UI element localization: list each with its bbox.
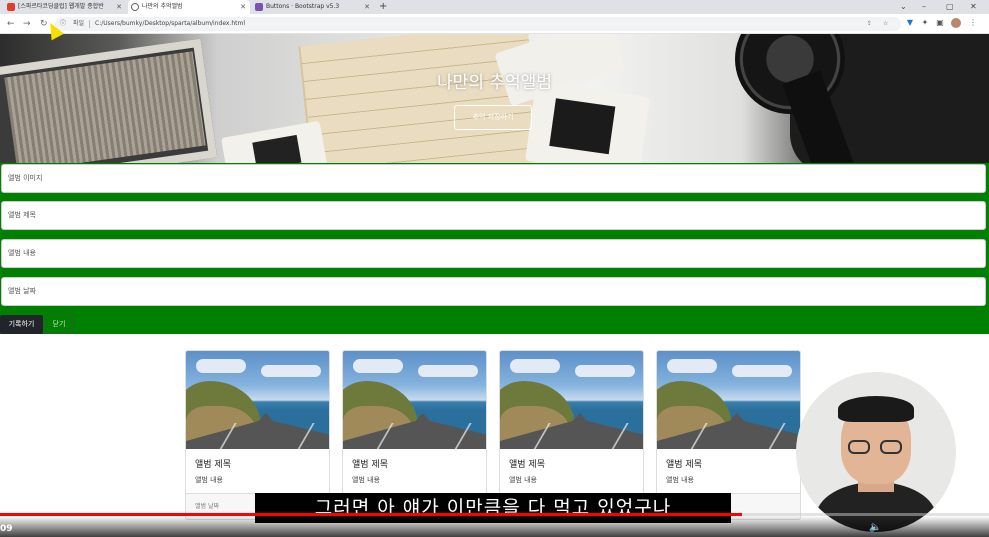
film-slide-image [524, 81, 651, 163]
tab-label: [스파르타코딩클럽] 웹개발 종합반 [18, 3, 104, 10]
back-arrow-icon[interactable]: ← [7, 17, 15, 31]
album-content-input[interactable]: 앨범 내용 [1, 239, 986, 268]
window-close-button[interactable]: ✕ [970, 0, 977, 13]
share-icon[interactable]: ⇪ [867, 17, 872, 31]
url-text[interactable]: C:/Users/bumky/Desktop/sparta/album/inde… [95, 17, 245, 31]
card-title: 앨범 제목 [352, 460, 388, 470]
screen: [스파르타코딩클럽] 웹개발 종합반 ✕ 나만의 추억앨범 ✕ Buttons … [0, 0, 989, 537]
album-title-input[interactable]: 앨범 제목 [1, 201, 986, 230]
card-text: 앨범 내용 [509, 476, 537, 484]
card-title: 앨범 제목 [666, 460, 702, 470]
chevron-down-icon[interactable]: ⌄ [900, 0, 907, 13]
video-controls [0, 516, 989, 537]
card-text: 앨범 내용 [352, 476, 380, 484]
tab-label: 나만의 추억앨범 [142, 3, 183, 10]
address-bar[interactable]: ⓘ 파일 C:/Users/bumky/Desktop/sparta/album… [55, 17, 901, 31]
vue-devtools-icon[interactable]: ▼ [905, 18, 915, 28]
kebab-menu-icon[interactable]: ⋮ [968, 18, 978, 28]
close-button[interactable]: 닫기 [45, 315, 73, 334]
browser-tab-bar: [스파르타코딩클럽] 웹개발 종합반 ✕ 나만의 추억앨범 ✕ Buttons … [0, 0, 989, 14]
card-text: 앨범 내용 [666, 476, 694, 484]
card-date: 앨범 날짜 [195, 503, 219, 510]
video-timestamp: 09 [0, 524, 13, 534]
side-panel-icon[interactable]: ▣ [935, 18, 945, 28]
tab-label: Buttons · Bootstrap v5.3 [266, 3, 340, 10]
card-road-image [500, 351, 643, 449]
bootstrap-favicon-icon [255, 3, 263, 11]
profile-avatar[interactable] [951, 18, 961, 28]
maximize-button[interactable]: ▢ [946, 0, 954, 13]
album-image-input[interactable]: 앨범 이미지 [1, 164, 986, 193]
save-memory-button[interactable]: 추억 저장하기 [454, 105, 532, 130]
hero-banner: 나만의 추억앨범 추억 저장하기 [0, 34, 989, 163]
scheme-label: 파일 [73, 20, 85, 27]
card-road-image [343, 351, 486, 449]
omnibox-divider [89, 20, 90, 28]
album-date-input[interactable]: 앨범 날짜 [1, 277, 986, 306]
tab-close-icon[interactable]: ✕ [116, 0, 122, 14]
tab-close-icon[interactable]: ✕ [364, 0, 370, 14]
sparta-favicon-icon [7, 3, 15, 11]
tab-album[interactable]: 나만의 추억앨범 ✕ [128, 0, 250, 14]
minimize-button[interactable]: – [922, 0, 926, 13]
tab-bootstrap[interactable]: Buttons · Bootstrap v5.3 ✕ [252, 0, 374, 14]
new-tab-button[interactable]: + [379, 0, 387, 13]
tab-sparta[interactable]: [스파르타코딩클럽] 웹개발 종합반 ✕ [4, 0, 126, 14]
globe-icon [131, 3, 139, 11]
star-icon[interactable]: ☆ [883, 17, 888, 31]
record-button[interactable]: 기록하기 [0, 315, 43, 334]
card-title: 앨범 제목 [509, 460, 545, 470]
tab-close-icon[interactable]: ✕ [240, 0, 246, 14]
card-road-image [186, 351, 329, 449]
extensions-puzzle-icon[interactable]: ✦ [920, 18, 930, 28]
film-slide-image [220, 120, 330, 163]
volume-icon[interactable]: 🔈 [869, 522, 881, 533]
card-title: 앨범 제목 [195, 460, 231, 470]
webcam-presenter [796, 372, 956, 532]
browser-toolbar: ← → ↻ ⓘ 파일 C:/Users/bumky/Desktop/sparta… [0, 14, 989, 34]
forward-arrow-icon[interactable]: → [23, 17, 31, 31]
card-road-image [657, 351, 800, 449]
page-title: 나만의 추억앨범 [437, 73, 552, 93]
card-text: 앨범 내용 [195, 476, 223, 484]
